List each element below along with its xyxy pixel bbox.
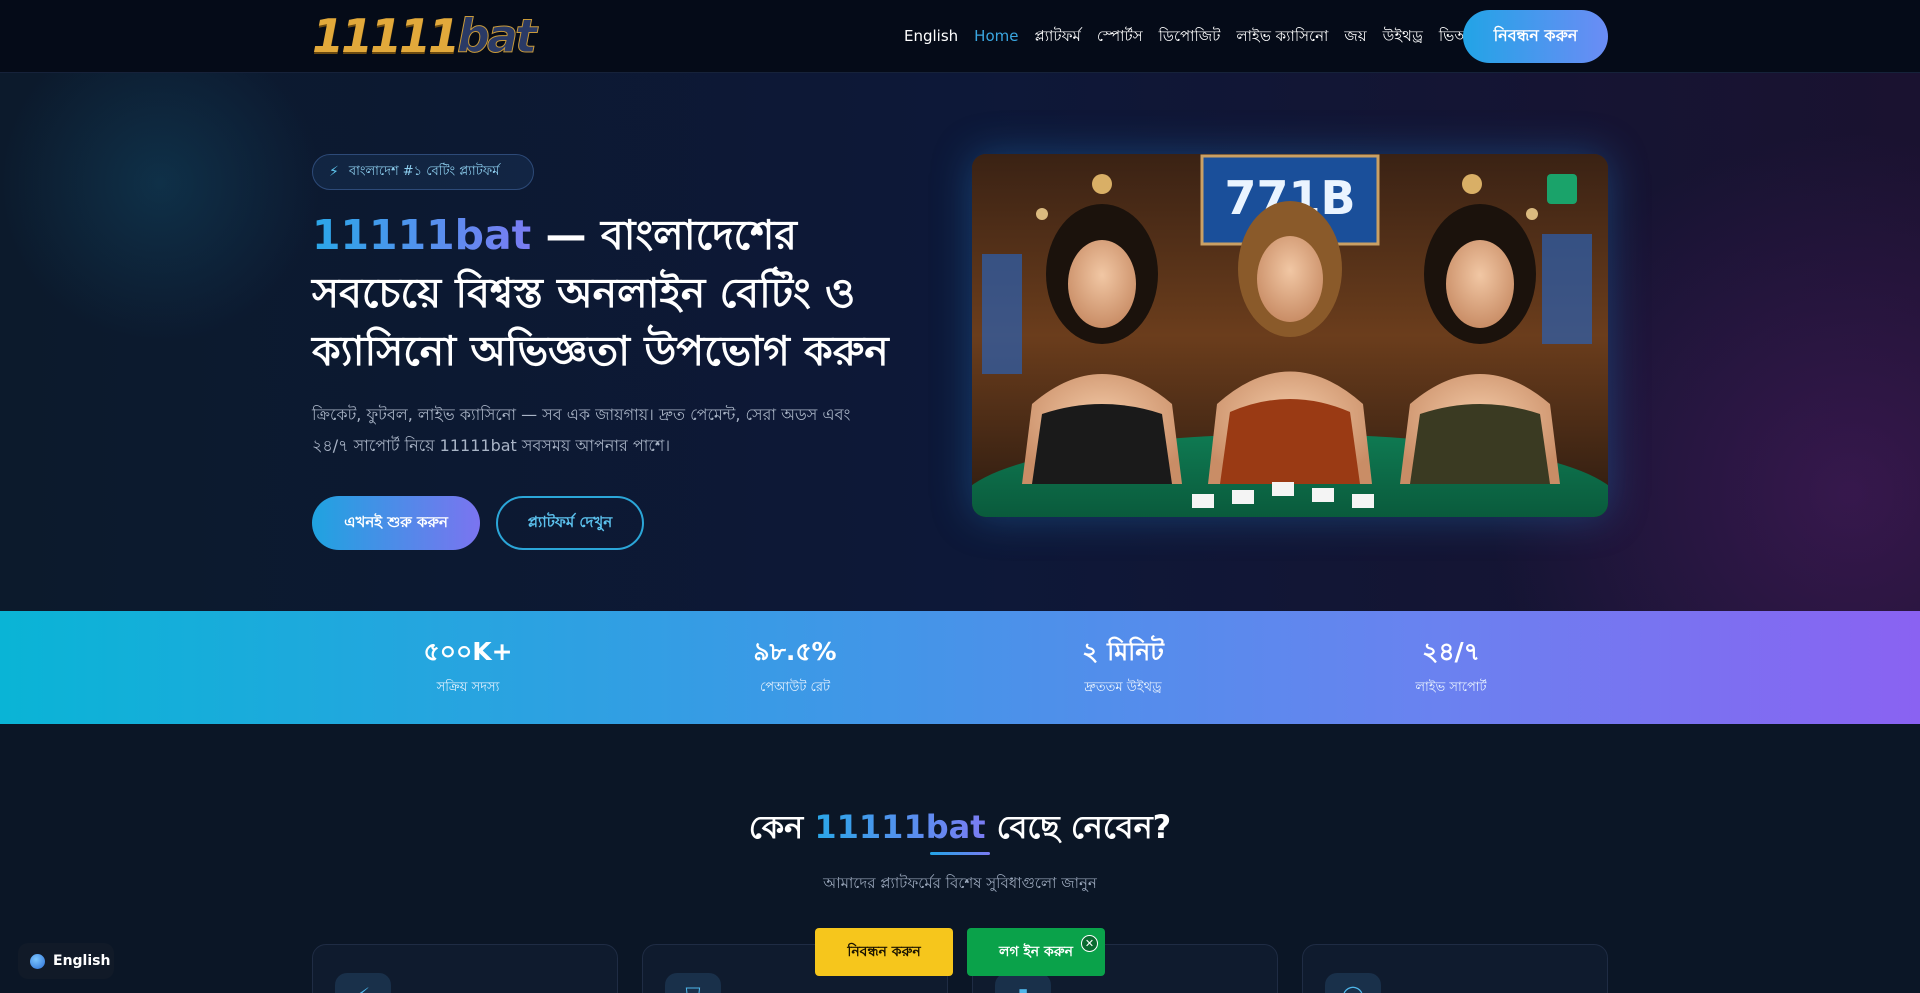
nav-item-english[interactable]: English <box>904 24 958 48</box>
stat-members: ৫০০K+ সক্রিয় সদস্য <box>368 635 568 699</box>
site-header: 11111bat English Home প্ল্যাটফর্ম স্পোর্… <box>0 0 1920 73</box>
stat-label: দ্রুততম উইথড্র <box>1084 680 1162 695</box>
site-logo[interactable]: 11111bat <box>312 9 538 63</box>
stat-label: পেআউট রেট <box>759 680 831 695</box>
language-switcher[interactable]: English <box>18 943 114 979</box>
main-nav: English Home প্ল্যাটফর্ম স্পোর্টস ডিপোজি… <box>904 24 1510 48</box>
stat-value: ২ মিনিট <box>1082 637 1164 666</box>
view-platform-button[interactable]: প্ল্যাটফর্ম দেখুন <box>496 496 644 550</box>
why-title: কেন 11111bat বেছে নেবেন? <box>0 802 1920 856</box>
stat-label: সক্রিয় সদস্য <box>436 680 500 695</box>
stats-band: ৫০০K+ সক্রিয় সদস্য ৯৮.৫% পেআউট রেট ২ মি… <box>0 611 1920 724</box>
why-subtitle: আমাদের প্ল্যাটফর্মের বিশেষ সুবিধাগুলো জা… <box>823 874 1097 892</box>
globe-icon <box>30 953 45 969</box>
nav-item-withdraw[interactable]: উইথড্র <box>1383 24 1423 48</box>
logo-number: 11111 <box>312 9 460 63</box>
language-label: English <box>53 953 111 969</box>
shield-icon: ⛉ <box>665 973 721 993</box>
nav-item-live-casino[interactable]: লাইভ ক্যাসিনো <box>1236 24 1328 48</box>
hero-casino-image: 771B <box>972 154 1608 517</box>
stat-value: ৯৮.৫% <box>753 637 837 666</box>
why-title-post: বেছে নেবেন? <box>985 808 1172 846</box>
hero-subtitle: ক্রিকেট, ফুটবল, লাইভ ক্যাসিনো — সব এক জা… <box>312 405 851 455</box>
stat-payout: ৯৮.৫% পেআউট রেট <box>695 635 895 699</box>
floating-register-button[interactable]: নিবন্ধন করুন <box>815 928 953 976</box>
nav-item-deposit[interactable]: ডিপোজিট <box>1159 24 1221 48</box>
logo-bat: bat <box>457 9 538 63</box>
nav-item-sports[interactable]: স্পোর্টস <box>1097 24 1143 48</box>
stat-value: ২৪/৭ <box>1422 637 1480 666</box>
headset-icon: ◯ <box>1325 973 1381 993</box>
why-title-pre: কেন <box>748 808 815 846</box>
feature-card: ◯ <box>1302 944 1608 993</box>
why-underline <box>930 852 990 855</box>
nav-item-win[interactable]: জয় <box>1344 24 1366 48</box>
nav-item-home[interactable]: Home <box>974 24 1018 48</box>
hero-badge: ⚡ বাংলাদেশ #১ বেটিং প্ল্যাটফর্ম <box>312 154 534 190</box>
why-section: কেন 11111bat বেছে নেবেন? আমাদের প্ল্যাটফ… <box>0 724 1920 993</box>
stat-value: ৫০০K+ <box>423 637 513 666</box>
feature-card: ⚡ <box>312 944 618 993</box>
stat-support: ২৪/৭ লাইভ সাপোর্ট <box>1351 635 1551 699</box>
stat-withdraw: ২ মিনিট দ্রুততম উইথড্র <box>1023 635 1223 699</box>
chart-icon: ▮ <box>995 973 1051 993</box>
why-title-brand: 11111bat <box>814 808 986 846</box>
stat-label: লাইভ সাপোর্ট <box>1415 680 1487 695</box>
bolt-icon: ⚡ <box>335 973 391 993</box>
close-icon[interactable]: ✕ <box>1081 935 1098 952</box>
start-now-button[interactable]: এখনই শুরু করুন <box>312 496 480 550</box>
hero-badge-text: বাংলাদেশ #১ বেটিং প্ল্যাটফর্ম <box>348 163 500 179</box>
bolt-icon: ⚡ <box>329 164 339 180</box>
casino-illustration: 771B <box>972 154 1608 517</box>
hero-title-brand: 11111bat <box>312 211 532 259</box>
hero-title: 11111bat — বাংলাদেশের সবচেয়ে বিশ্বস্ত অ… <box>312 206 912 380</box>
header-register-button[interactable]: নিবন্ধন করুন <box>1463 10 1608 63</box>
hero-section: ⚡ বাংলাদেশ #১ বেটিং প্ল্যাটফর্ম 11111bat… <box>0 73 1920 611</box>
nav-item-platform[interactable]: প্ল্যাটফর্ম <box>1034 24 1080 48</box>
